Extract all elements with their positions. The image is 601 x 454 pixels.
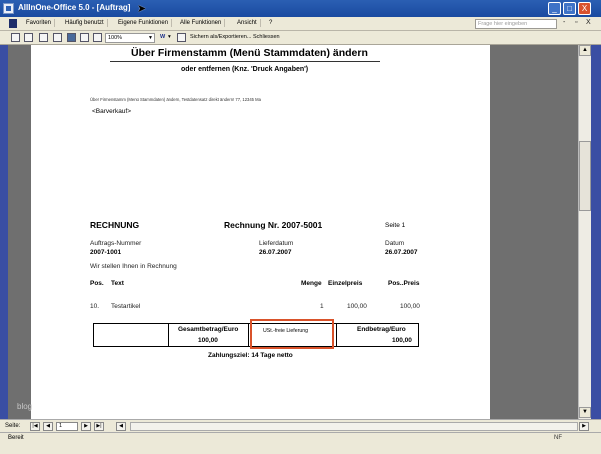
close-preview-button[interactable]: Schliessen [253, 34, 280, 40]
menu-eigene-funktionen[interactable]: Eigene Funktionen [115, 19, 173, 27]
title-divider [110, 61, 380, 62]
date-value: 26.07.2007 [385, 249, 418, 256]
word-export-icon[interactable]: W [160, 34, 165, 40]
document-title: Über Firmenstamm (Menü Stammdaten) änder… [131, 47, 368, 59]
print-preview-area[interactable]: Über Firmenstamm (Menü Stammdaten) änder… [8, 45, 578, 419]
invoice-heading: RECHNUNG [90, 220, 140, 230]
print-icon[interactable] [11, 33, 20, 42]
column-pos: Pos. [90, 280, 104, 287]
delivery-value: 26.07.2007 [259, 249, 292, 256]
item-pos: 10. [90, 303, 100, 310]
menu-alle-funktionen[interactable]: Alle Funktionen [177, 19, 226, 27]
last-page-icon[interactable]: ▶| [94, 422, 104, 431]
menu-help[interactable]: ? [266, 19, 275, 27]
totals-divider [336, 324, 337, 346]
maximize-button[interactable]: □ [563, 2, 576, 15]
column-unit-price: Einzelpreis [328, 280, 363, 287]
zoom-icon[interactable] [53, 33, 62, 42]
recipient-address: <Barverkauf> [92, 108, 132, 115]
vertical-scrollbar[interactable]: ▲ ▼ [578, 45, 591, 419]
final-value: 100,00 [392, 337, 412, 344]
page-navigation: Seite: |◀ ◀ 1 ▶ ▶| ◀ ▶ [0, 419, 601, 432]
final-label: Endbetrag/Euro [357, 326, 406, 333]
menu-bar: Favoriten Häufig benutzt Eigene Funktion… [0, 17, 601, 31]
print-setup-icon[interactable] [24, 33, 33, 42]
left-border [0, 45, 8, 419]
intro-text: Wir stellen Ihnen in Rechnung [90, 263, 177, 270]
export-dropdown-icon[interactable]: ▾ [168, 34, 171, 40]
document-page: Über Firmenstamm (Menü Stammdaten) änder… [31, 45, 490, 419]
doc-minimize-button[interactable]: - [563, 19, 565, 26]
app-icon[interactable] [3, 3, 14, 14]
status-bar: Bereit NF [0, 432, 601, 454]
item-qty: 1 [320, 303, 324, 310]
scroll-right-icon[interactable]: ▶ [579, 422, 589, 431]
page-number: Seite 1 [385, 222, 406, 229]
status-text: Bereit [8, 435, 24, 441]
copy-icon[interactable] [39, 33, 48, 42]
delivery-label: Lieferdatum [259, 240, 294, 247]
minimize-button[interactable]: _ [548, 2, 561, 15]
page-number-input[interactable]: 1 [56, 422, 78, 431]
watermark-text: blog [17, 402, 33, 411]
multiple-pages-icon[interactable] [93, 33, 102, 42]
scroll-left-icon[interactable]: ◀ [116, 422, 126, 431]
scroll-up-icon[interactable]: ▲ [579, 45, 591, 56]
zoom-select[interactable]: 100% ▼ [105, 33, 155, 43]
column-qty: Menge [301, 280, 322, 287]
mouse-pointer-icon: ➤ [137, 3, 147, 15]
save-icon[interactable] [177, 33, 186, 42]
column-line-total: Pos..Preis [388, 280, 420, 287]
order-value: 2007-1001 [90, 249, 122, 256]
item-line-total: 100,00 [400, 303, 420, 310]
totals-divider [248, 324, 249, 346]
column-text: Text [111, 280, 124, 287]
menu-haeufig-benutzt[interactable]: Häufig benutzt [62, 19, 108, 27]
status-indicator: NF [554, 435, 562, 441]
invoice-number: Rechnung Nr. 2007-5001 [224, 220, 323, 230]
horizontal-scrollbar[interactable] [130, 422, 578, 431]
chevron-down-icon: ▼ [148, 35, 153, 41]
gross-value: 100,00 [198, 337, 218, 344]
scroll-down-icon[interactable]: ▼ [579, 407, 591, 418]
title-bar: AllInOne-Office 5.0 - [Auftrag] ➤ _ □ X [0, 0, 601, 17]
sender-line: Über Firmenstamm (Menü Stammdaten) änder… [90, 97, 261, 102]
one-page-icon[interactable] [67, 33, 76, 42]
export-button[interactable]: Sichern als/Exportieren... [190, 34, 251, 40]
scrollbar-thumb[interactable] [579, 141, 591, 211]
highlight-annotation [250, 319, 334, 349]
close-button[interactable]: X [578, 2, 591, 15]
right-border [591, 45, 601, 419]
first-page-icon[interactable]: |◀ [30, 422, 40, 431]
help-search-input[interactable]: Frage hier eingeben [475, 19, 557, 29]
page-label: Seite: [5, 423, 21, 429]
payment-terms: Zahlungsziel: 14 Tage netto [208, 352, 293, 359]
item-text: Testartikel [111, 303, 141, 310]
menu-favoriten[interactable]: Favoriten [23, 19, 56, 27]
doc-restore-button[interactable]: ▫ [575, 19, 577, 26]
totals-divider [168, 324, 169, 346]
previous-page-icon[interactable]: ◀ [43, 422, 53, 431]
next-page-icon[interactable]: ▶ [81, 422, 91, 431]
document-subtitle: oder entfernen (Knz. 'Druck Angaben') [181, 66, 309, 73]
bookmark-icon[interactable] [9, 19, 17, 28]
item-unit-price: 100,00 [347, 303, 367, 310]
order-label: Auftrags-Nummer [90, 240, 142, 247]
two-pages-icon[interactable] [80, 33, 89, 42]
toolbar: 100% ▼ W ▾ Sichern als/Exportieren... Sc… [0, 31, 601, 45]
date-label: Datum [385, 240, 405, 247]
menu-ansicht[interactable]: Ansicht [234, 19, 261, 27]
zoom-value: 100% [108, 35, 123, 41]
doc-close-button[interactable]: X [586, 19, 591, 26]
window-title: AllInOne-Office 5.0 - [Auftrag] [18, 3, 131, 12]
gross-label: Gesamtbetrag/Euro [178, 326, 239, 333]
